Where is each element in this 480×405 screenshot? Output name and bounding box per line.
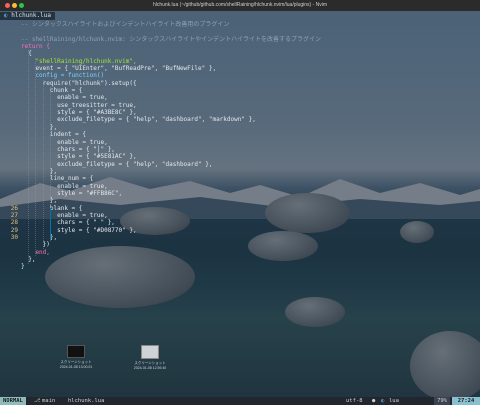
desktop-icon-label: スクリーンショット 2024-01-08 12.59.40 xyxy=(133,361,167,370)
zoom-window-button[interactable] xyxy=(19,3,24,8)
code-line[interactable]: 26 blank = { xyxy=(0,205,480,212)
code-line[interactable]: enable = true, xyxy=(0,139,480,146)
code-line[interactable]: indent = { xyxy=(0,131,480,138)
code-line[interactable]: }, xyxy=(0,256,480,263)
code-line[interactable]: event = { "UIEnter", "BufReadPre", "BufN… xyxy=(0,65,480,72)
code-line[interactable]: chars = { "│" }, xyxy=(0,146,480,153)
code-line[interactable]: return { xyxy=(0,43,480,50)
mode-indicator: NORMAL xyxy=(0,397,26,405)
tabline: ◐ hlchunk.lua xyxy=(0,12,480,20)
code-text: style = { "#5E81AC" }, xyxy=(21,153,137,161)
close-window-button[interactable] xyxy=(5,3,10,8)
code-text: blank = { xyxy=(21,204,83,212)
code-line[interactable]: }, xyxy=(0,197,480,204)
window-title: hlchunk.lua (~/github/github.com/shellRa… xyxy=(152,2,328,8)
code-text: style = { "#A3BE8C" }, xyxy=(21,109,137,117)
window-titlebar: hlchunk.lua (~/github/github.com/shellRa… xyxy=(0,0,480,11)
line-number: 26 xyxy=(10,204,18,212)
code-line[interactable]: end, xyxy=(0,249,480,256)
file-name: hlchunk.lua xyxy=(68,398,105,404)
chunk-highlight-guide xyxy=(49,208,51,240)
code-text: require("hlchunk").setup({ xyxy=(21,79,137,87)
filetype: lua xyxy=(389,398,399,404)
code-line[interactable]: -- シンタックスハイライトおよびインデントハイライト改善用のプラグイン xyxy=(0,21,480,28)
code-text: enable = true, xyxy=(21,138,108,146)
lua-file-icon: ◐ xyxy=(381,398,385,404)
code-text: enable = true, xyxy=(21,94,108,102)
code-text: enable = true, xyxy=(21,182,108,190)
tab-hlchunk-lua[interactable]: ◐ hlchunk.lua xyxy=(0,12,55,20)
lua-file-icon: ◐ xyxy=(4,12,8,19)
code-text: use_treesitter = true, xyxy=(21,101,137,109)
git-branch-icon: ⎇ xyxy=(34,398,41,404)
code-text: } xyxy=(21,263,25,271)
code-line[interactable]: chunk = { xyxy=(0,87,480,94)
code-line[interactable]: }, xyxy=(0,168,480,175)
code-line[interactable]: 28 chars = { " " }, xyxy=(0,219,480,226)
code-line[interactable]: config = function() xyxy=(0,72,480,79)
code-line[interactable]: -- shellRaining/hlchunk.nvim: シンタックスハイライ… xyxy=(0,36,480,43)
code-line[interactable]: style = { "#A3BE8C" }, xyxy=(0,109,480,116)
indent-guide xyxy=(42,79,44,249)
code-line[interactable]: use_treesitter = true, xyxy=(0,102,480,109)
code-line[interactable]: exclude_filetype = { "help", "dashboard"… xyxy=(0,161,480,168)
line-number: 27 xyxy=(10,211,18,219)
code-text: "shellRaining/hlchunk.nvim", xyxy=(21,57,137,65)
desktop-icon-screenshot-2[interactable]: スクリーンショット 2024-01-08 12.59.40 xyxy=(130,345,170,370)
code-text: config = function() xyxy=(21,72,105,80)
code-line[interactable]: enable = true, xyxy=(0,94,480,101)
code-text: chunk = { xyxy=(21,87,83,95)
code-text: -- シンタックスハイライトおよびインデントハイライト改善用のプラグイン xyxy=(21,21,230,28)
desktop-icon-screenshot-1[interactable]: スクリーンショット 2024-01-08 13.00.01 xyxy=(56,345,96,369)
code-line[interactable]: 30 }, xyxy=(0,234,480,241)
code-text: event = { "UIEnter", "BufReadPre", "BufN… xyxy=(21,65,217,73)
code-editor[interactable]: -- シンタックスハイライトおよびインデントハイライト改善用のプラグイン -- s… xyxy=(0,21,480,271)
line-number: 28 xyxy=(10,219,18,227)
code-line[interactable]: 27 enable = true, xyxy=(0,212,480,219)
code-text: exclude_filetype = { "help", "dashboard"… xyxy=(21,116,256,124)
code-text: }, xyxy=(21,197,58,205)
code-line[interactable]: line_num = { xyxy=(0,175,480,182)
indent-guide xyxy=(28,50,30,264)
line-number: 30 xyxy=(10,233,18,241)
file-encoding: utf-8 xyxy=(346,398,363,404)
git-branch: main xyxy=(42,398,56,404)
code-text: enable = true, xyxy=(21,211,108,219)
indent-guide xyxy=(35,57,37,257)
code-line[interactable]: }, xyxy=(0,124,480,131)
code-text: }, xyxy=(21,167,58,175)
code-text: }, xyxy=(21,233,58,241)
code-line[interactable]: require("hlchunk").setup({ xyxy=(0,80,480,87)
code-line[interactable]: exclude_filetype = { "help", "dashboard"… xyxy=(0,116,480,123)
code-line[interactable]: "shellRaining/hlchunk.nvim", xyxy=(0,58,480,65)
code-line[interactable]: style = "#FFB86C", xyxy=(0,190,480,197)
code-line[interactable]: 29 style = { "#D08770" }, xyxy=(0,227,480,234)
scroll-percent: 79% xyxy=(434,397,450,405)
screenshot-file-icon xyxy=(141,345,159,359)
line-number: 29 xyxy=(10,226,18,234)
apple-icon: ● xyxy=(372,398,376,404)
code-line[interactable]: style = { "#5E81AC" }, xyxy=(0,153,480,160)
screenshot-file-icon xyxy=(67,345,85,358)
code-text: return { xyxy=(21,43,50,51)
code-text: style = { "#D08770" }, xyxy=(21,226,137,234)
code-text: { xyxy=(21,50,32,58)
code-text: line_num = { xyxy=(21,175,94,183)
tab-label: hlchunk.lua xyxy=(11,12,51,19)
code-line[interactable]: { xyxy=(0,50,480,57)
code-text: }, xyxy=(21,123,58,131)
desktop-icon-label: スクリーンショット 2024-01-08 13.00.01 xyxy=(59,360,93,369)
code-line[interactable]: }) xyxy=(0,241,480,248)
code-text: indent = { xyxy=(21,131,87,139)
minimize-window-button[interactable] xyxy=(12,3,17,8)
code-line[interactable] xyxy=(0,28,480,35)
statusline: NORMAL ⎇ main hlchunk.lua utf-8 ● ◐ lua … xyxy=(0,397,480,405)
code-text: -- shellRaining/hlchunk.nvim: シンタックスハイライ… xyxy=(21,35,321,43)
code-line[interactable]: enable = true, xyxy=(0,183,480,190)
cursor-position: 27:24 xyxy=(452,397,480,405)
code-line[interactable]: } xyxy=(0,263,480,270)
